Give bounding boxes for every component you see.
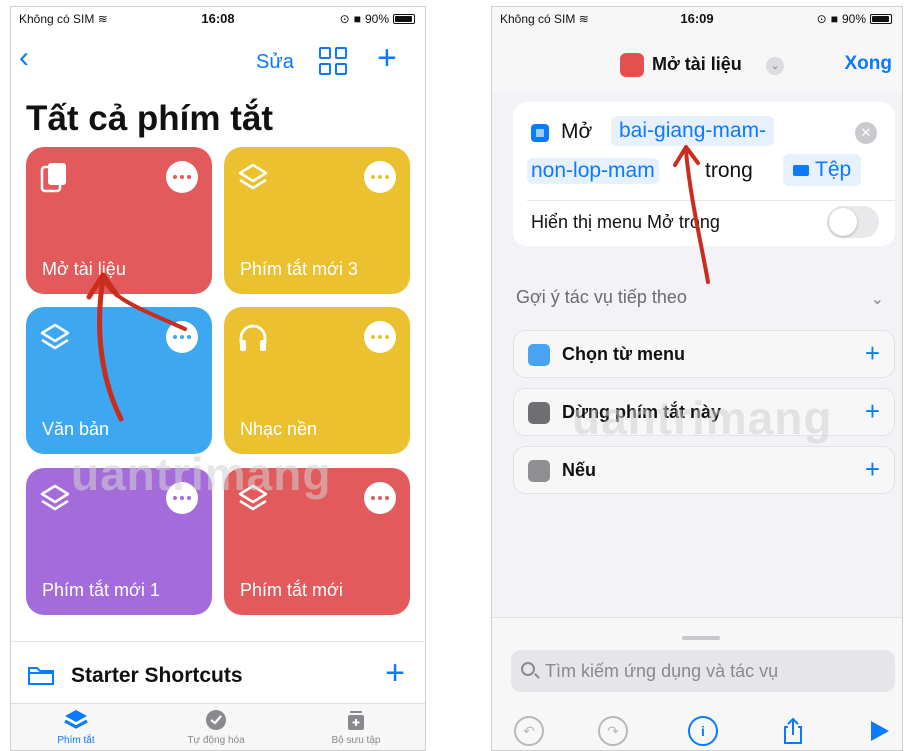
show-open-in-menu-toggle[interactable]: [827, 206, 879, 238]
folder-icon: [793, 164, 809, 176]
suggestion-label: Dừng phím tắt này: [562, 402, 722, 422]
document-icon: [40, 163, 66, 193]
alarm-icon: ⊙: [816, 12, 827, 26]
more-options-icon[interactable]: [166, 161, 198, 193]
undo-icon[interactable]: ↶: [514, 716, 544, 746]
suggestion-label: Chọn từ menu: [562, 344, 686, 364]
more-options-icon[interactable]: [364, 482, 396, 514]
more-options-icon[interactable]: [364, 321, 396, 353]
redo-icon[interactable]: ↷: [598, 716, 628, 746]
gallery-icon: [348, 711, 364, 730]
files-app-icon: [531, 124, 549, 142]
layers-icon: [238, 484, 268, 511]
headphones-icon: [239, 324, 267, 351]
more-options-icon[interactable]: [166, 482, 198, 514]
tile-label: Nhạc nền: [240, 419, 318, 439]
tab-gallery[interactable]: Bộ sưu tập: [301, 708, 411, 746]
tile-label: Phím tắt mới: [240, 580, 343, 600]
lock-icon: ■: [353, 12, 361, 26]
show-open-in-menu-label: Hiển thị menu Mở trong: [531, 212, 720, 232]
done-button[interactable]: Xong: [845, 53, 893, 75]
search-input[interactable]: [545, 650, 875, 692]
search-icon: [521, 662, 535, 676]
shortcut-title[interactable]: Mở tài liệu: [652, 54, 742, 75]
more-options-icon[interactable]: [364, 161, 396, 193]
add-shortcut-button[interactable]: +: [377, 41, 397, 75]
status-right: ⊙ ■ 90%: [817, 12, 892, 26]
layers-icon: [40, 323, 70, 350]
app-token[interactable]: Tệp: [783, 154, 862, 186]
sheet-grabber[interactable]: [682, 636, 720, 640]
info-icon[interactable]: i: [688, 716, 718, 746]
tab-shortcuts[interactable]: Phím tắt: [21, 708, 131, 746]
shortcut-document-icon: [620, 53, 644, 77]
shortcut-tile-new[interactable]: Phím tắt mới: [224, 468, 410, 615]
more-options-icon[interactable]: [166, 321, 198, 353]
starter-shortcuts-label: Starter Shortcuts: [71, 664, 243, 687]
tab-label: Bộ sưu tập: [331, 735, 381, 746]
layers-icon: [238, 163, 268, 190]
suggestion-stop-shortcut[interactable]: Dừng phím tắt này +: [513, 388, 895, 436]
action-in-word: trong: [705, 159, 753, 182]
starter-shortcuts-row[interactable]: Starter Shortcuts +: [11, 641, 425, 705]
stop-icon: [528, 402, 550, 424]
action-search-field[interactable]: [511, 650, 895, 692]
file-variable-token[interactable]: bai-giang-mam-: [611, 116, 775, 146]
action-search-panel: ↶ ↷ i: [492, 617, 902, 750]
editor-header: Mở tài liệu ⌄ Xong: [492, 31, 902, 91]
edit-button[interactable]: Sửa: [256, 51, 294, 74]
shortcuts-screen: Không có SIM ≋ 16:08 ⊙ ■ 90% ‹ Sửa + Tất…: [10, 6, 426, 751]
layers-icon: [64, 710, 88, 729]
tab-label: Phím tắt: [57, 735, 95, 746]
tab-bar: Phím tắt Tự động hóa Bộ sưu tập: [11, 703, 425, 750]
lock-icon: ■: [830, 12, 838, 26]
chevron-down-icon[interactable]: ⌄: [766, 57, 784, 75]
shortcut-tile-background-music[interactable]: Nhạc nền: [224, 307, 410, 454]
battery-icon: [393, 14, 415, 24]
open-document-action: Mở bai-giang-mam- ✕ non-lop-mam trong Tệ…: [513, 102, 895, 246]
add-action-icon[interactable]: +: [865, 339, 880, 367]
suggestion-if[interactable]: Nếu +: [513, 446, 895, 494]
share-icon[interactable]: [778, 716, 808, 746]
shortcut-tile-new-3[interactable]: Phím tắt mới 3: [224, 147, 410, 294]
if-branch-icon: [528, 460, 550, 482]
shortcut-tile-open-document[interactable]: Mở tài liệu: [26, 147, 212, 294]
folder-icon: [28, 667, 54, 685]
grid-view-icon[interactable]: [319, 47, 349, 77]
add-action-icon[interactable]: +: [865, 455, 880, 483]
shortcut-editor-screen: Không có SIM ≋ 16:09 ⊙ ■ 90% Mở tài liệu…: [491, 6, 903, 751]
status-bar: Không có SIM ≋ 16:08 ⊙ ■ 90%: [11, 7, 425, 31]
shortcut-tile-new-1[interactable]: Phím tắt mới 1: [26, 468, 212, 615]
page-title: Tất cả phím tắt: [26, 99, 273, 138]
add-starter-button[interactable]: +: [385, 656, 405, 690]
tile-label: Phím tắt mới 3: [240, 259, 358, 279]
action-verb: Mở: [561, 120, 593, 143]
layers-icon: [40, 484, 70, 511]
alarm-icon: ⊙: [339, 12, 350, 26]
battery-percent: 90%: [841, 12, 866, 26]
suggestion-label: Nếu: [562, 460, 597, 480]
battery-icon: [870, 14, 892, 24]
tab-automation[interactable]: Tự động hóa: [161, 708, 271, 746]
shortcut-tile-text[interactable]: Văn bản: [26, 307, 212, 454]
status-right: ⊙ ■ 90%: [340, 12, 415, 26]
chevron-down-icon[interactable]: ⌄: [871, 289, 884, 309]
play-icon[interactable]: [864, 716, 894, 746]
divider: [527, 200, 895, 201]
tile-label: Mở tài liệu: [42, 259, 126, 279]
battery-percent: 90%: [364, 12, 389, 26]
clock-check-icon: [206, 710, 226, 730]
suggestion-choose-from-menu[interactable]: Chọn từ menu +: [513, 330, 895, 378]
file-variable-token-continued[interactable]: non-lop-mam: [527, 158, 659, 184]
add-action-icon[interactable]: +: [865, 397, 880, 425]
remove-action-icon[interactable]: ✕: [855, 122, 877, 144]
tile-label: Phím tắt mới 1: [42, 580, 160, 600]
menu-icon: [528, 344, 550, 366]
status-bar: Không có SIM ≋ 16:09 ⊙ ■ 90%: [492, 7, 902, 31]
suggestions-heading: Gợi ý tác vụ tiếp theo: [516, 287, 687, 307]
back-chevron-icon[interactable]: ‹: [19, 43, 29, 73]
tile-label: Văn bản: [42, 419, 110, 439]
tab-label: Tự động hóa: [187, 735, 245, 746]
